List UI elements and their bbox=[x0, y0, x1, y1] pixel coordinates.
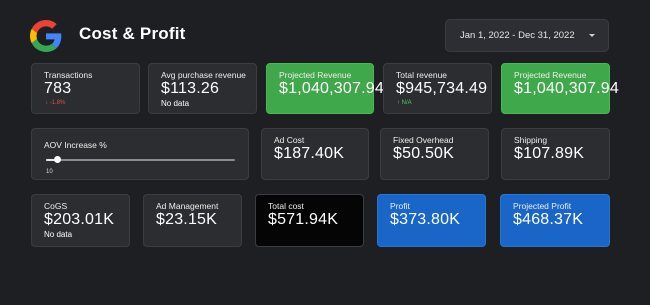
card-label: Total revenue bbox=[396, 70, 448, 80]
date-range-picker[interactable]: Jan 1, 2022 - Dec 31, 2022 bbox=[445, 19, 609, 52]
ad-cost-card: Ad Cost $187.40K bbox=[261, 128, 369, 180]
card-label: Avg purchase revenue bbox=[161, 70, 246, 80]
transactions-card: Transactions 783 ↓ -1.8% bbox=[31, 63, 140, 114]
card-label: Ad Management bbox=[156, 201, 219, 211]
delta-indicator: ↓ -1.8% bbox=[45, 100, 66, 106]
card-value: $113.26 bbox=[161, 80, 220, 97]
card-label: Ad Cost bbox=[274, 135, 305, 145]
no-data-label: No data bbox=[161, 99, 190, 108]
aov-slider-value: 10 bbox=[46, 169, 53, 175]
projected-revenue-card: Projected Revenue $1,040,307.94 bbox=[266, 63, 384, 114]
card-value: $50.50K bbox=[393, 145, 455, 162]
ad-management-card: Ad Management $23.15K bbox=[143, 194, 242, 247]
card-label: Profit bbox=[390, 201, 410, 211]
card-value: $23.15K bbox=[156, 211, 218, 228]
no-data-label: No data bbox=[44, 230, 73, 239]
aov-slider-track[interactable] bbox=[46, 159, 235, 161]
card-label: CoGS bbox=[44, 201, 68, 211]
dashboard: Cost & Profit Jan 1, 2022 - Dec 31, 2022… bbox=[0, 0, 650, 305]
total-revenue-card: Total revenue $945,734.49 ↑ N/A bbox=[383, 63, 492, 114]
card-value: 783 bbox=[44, 80, 72, 97]
fixed-overhead-card: Fixed Overhead $50.50K bbox=[380, 128, 489, 180]
card-value: $187.40K bbox=[274, 145, 345, 162]
card-value: $107.89K bbox=[514, 145, 585, 162]
card-label: Fixed Overhead bbox=[393, 135, 454, 145]
card-label: Projected Revenue bbox=[514, 70, 587, 80]
date-range-label: Jan 1, 2022 - Dec 31, 2022 bbox=[460, 30, 575, 41]
aov-slider-thumb[interactable] bbox=[54, 156, 61, 163]
caret-down-icon[interactable] bbox=[589, 34, 595, 37]
card-value: $1,040,307.94 bbox=[279, 80, 384, 97]
aov-increase-card: AOV Increase % 10 bbox=[31, 128, 249, 180]
cogs-card: CoGS $203.01K No data bbox=[31, 194, 130, 247]
total-cost-card: Total cost $571.94K bbox=[255, 194, 364, 247]
card-label: Projected Revenue bbox=[279, 70, 352, 80]
card-label: Total cost bbox=[268, 201, 304, 211]
delta-indicator: ↑ N/A bbox=[397, 100, 412, 106]
card-label: Transactions bbox=[44, 70, 93, 80]
avg-purchase-revenue-card: Avg purchase revenue $113.26 No data bbox=[148, 63, 257, 114]
card-label: Shipping bbox=[514, 135, 548, 145]
card-value: $203.01K bbox=[44, 211, 115, 228]
card-label: AOV Increase % bbox=[44, 140, 107, 150]
card-label: Projected Profit bbox=[513, 201, 572, 211]
projected-revenue-card-2: Projected Revenue $1,040,307.94 bbox=[501, 63, 619, 114]
card-value: $571.94K bbox=[268, 211, 339, 228]
shipping-card: Shipping $107.89K bbox=[501, 128, 610, 180]
card-value: $373.80K bbox=[390, 211, 461, 228]
page-title: Cost & Profit bbox=[79, 24, 186, 43]
profit-card: Profit $373.80K bbox=[377, 194, 486, 247]
projected-profit-card: Projected Profit $468.37K bbox=[500, 194, 610, 247]
card-value: $1,040,307.94 bbox=[514, 80, 619, 97]
google-logo-icon bbox=[30, 20, 62, 52]
card-value: $945,734.49 bbox=[396, 80, 488, 97]
card-value: $468.37K bbox=[513, 211, 584, 228]
